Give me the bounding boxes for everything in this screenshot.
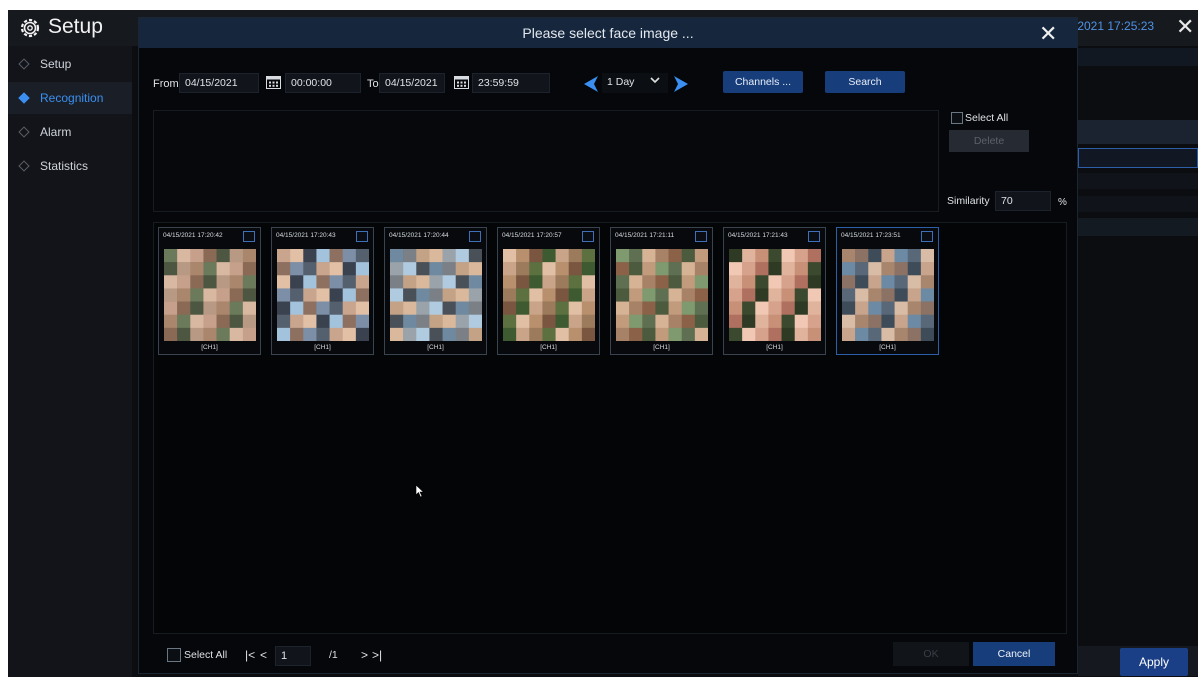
diamond-icon (18, 126, 30, 138)
face-channel-label: [CH1] (201, 344, 218, 351)
face-channel-label: [CH1] (766, 344, 783, 351)
face-result-card[interactable]: 04/15/2021 17:20:43 [CH1] (271, 227, 374, 355)
face-timestamp: 04/15/2021 17:21:43 (728, 232, 788, 239)
face-timestamp: 04/15/2021 17:20:43 (276, 232, 336, 239)
face-thumbnail (503, 249, 595, 341)
face-channel-label: [CH1] (879, 344, 896, 351)
prev-page-button[interactable]: < (260, 648, 267, 662)
face-result-card[interactable]: 04/15/2021 17:21:11 [CH1] (610, 227, 713, 355)
face-timestamp: 04/15/2021 17:23:51 (841, 232, 901, 239)
face-thumbnail (842, 249, 934, 341)
sidebar-item-alarm[interactable]: Alarm (8, 116, 132, 148)
face-channel-label: [CH1] (540, 344, 557, 351)
period-select[interactable]: 1 Day (602, 73, 668, 93)
period-value: 1 Day (607, 76, 635, 88)
first-page-button[interactable]: |< (245, 648, 255, 662)
to-date-field[interactable]: 04/15/2021 (379, 73, 445, 93)
diamond-icon (18, 58, 30, 70)
diamond-icon (18, 160, 30, 172)
face-result-card[interactable]: 04/15/2021 17:20:44 [CH1] (384, 227, 487, 355)
clock-display: /2021 17:25:23 (1074, 19, 1155, 33)
background-row (1078, 120, 1198, 144)
calendar-icon[interactable] (266, 75, 281, 89)
last-page-button[interactable]: >| (372, 648, 382, 662)
chevron-down-icon (650, 75, 660, 88)
sidebar-item-label: Alarm (40, 125, 72, 139)
face-channel-label: [CH1] (427, 344, 444, 351)
background-row (1078, 218, 1198, 236)
sidebar-item-setup[interactable]: Setup (8, 48, 132, 80)
face-thumbnail (390, 249, 482, 341)
gear-icon (18, 16, 42, 40)
calendar-icon[interactable] (454, 75, 469, 89)
app-close-icon[interactable]: ✕ (1176, 14, 1194, 40)
face-timestamp: 04/15/2021 17:20:44 (389, 232, 449, 239)
from-time-field[interactable]: 00:00:00 (285, 73, 361, 93)
background-row (1078, 148, 1198, 168)
face-result-card[interactable]: 04/15/2021 17:20:57 [CH1] (497, 227, 600, 355)
next-page-button[interactable]: > (361, 648, 368, 662)
face-select-checkbox[interactable] (808, 231, 820, 242)
select-all-label: Select All (965, 112, 1009, 124)
mouse-cursor-icon (415, 484, 425, 498)
face-channel-label: [CH1] (653, 344, 670, 351)
face-select-checkbox[interactable] (356, 231, 368, 242)
app-title: Setup (48, 15, 103, 38)
sidebar-item-label: Statistics (40, 159, 89, 173)
face-timestamp: 04/15/2021 17:20:57 (502, 232, 562, 239)
sidebar-item-recognition[interactable]: Recognition (8, 82, 132, 114)
face-thumbnail (616, 249, 708, 341)
sidebar: Setup Recognition Alarm Statistics (8, 46, 132, 677)
search-button[interactable]: Search (825, 71, 905, 93)
face-select-checkbox[interactable] (921, 231, 933, 242)
face-results-grid: 04/15/2021 17:20:42 [CH1] 04/15/2021 17:20… (153, 222, 1067, 634)
face-select-checkbox[interactable] (469, 231, 481, 242)
face-thumbnail (729, 249, 821, 341)
face-result-card[interactable]: 04/15/2021 17:21:43 [CH1] (723, 227, 826, 355)
face-select-checkbox[interactable] (695, 231, 707, 242)
from-date-field[interactable]: 04/15/2021 (179, 73, 259, 93)
face-select-checkbox[interactable] (582, 231, 594, 242)
face-thumbnail (164, 249, 256, 341)
footer-select-all-label: Select All (184, 649, 228, 661)
select-all-checkbox[interactable] (951, 112, 963, 124)
dialog-header: Please select face image ... ✕ (139, 18, 1077, 48)
page-total: /1 (329, 649, 338, 661)
diamond-icon (18, 92, 30, 104)
background-row (1078, 173, 1198, 189)
footer-select-all-checkbox[interactable] (167, 648, 181, 662)
page-input[interactable]: 1 (275, 646, 311, 666)
sidebar-item-label: Recognition (40, 91, 104, 105)
similarity-unit: % (1058, 197, 1067, 208)
selected-faces-panel (153, 110, 939, 212)
face-result-card[interactable]: 04/15/2021 17:23:51 [CH1] (836, 227, 939, 355)
triangle-left-icon[interactable] (583, 75, 599, 93)
face-result-card[interactable]: 04/15/2021 17:20:42 [CH1] (158, 227, 261, 355)
cancel-button[interactable]: Cancel (973, 642, 1055, 666)
face-timestamp: 04/15/2021 17:20:42 (163, 232, 223, 239)
sidebar-item-statistics[interactable]: Statistics (8, 150, 132, 182)
similarity-label: Similarity (947, 195, 990, 207)
from-label: From (153, 78, 179, 90)
sidebar-item-label: Setup (40, 57, 72, 71)
background-row (1078, 48, 1198, 66)
background-row (1078, 196, 1198, 212)
dialog-title: Please select face image ... (522, 25, 694, 41)
face-timestamp: 04/15/2021 17:21:11 (615, 232, 675, 239)
to-time-field[interactable]: 23:59:59 (472, 73, 550, 93)
ok-button[interactable]: OK (893, 642, 969, 666)
face-channel-label: [CH1] (314, 344, 331, 351)
similarity-input[interactable]: 70 (995, 191, 1051, 211)
face-select-checkbox[interactable] (243, 231, 255, 242)
channels-button[interactable]: Channels ... (723, 71, 803, 93)
face-thumbnail (277, 249, 369, 341)
close-icon[interactable]: ✕ (1039, 21, 1057, 47)
face-image-dialog: Please select face image ... ✕ From 04/1… (138, 17, 1078, 674)
triangle-right-icon[interactable] (673, 75, 689, 93)
apply-button[interactable]: Apply (1120, 648, 1188, 676)
delete-button[interactable]: Delete (949, 130, 1029, 152)
to-label: To (367, 78, 379, 90)
